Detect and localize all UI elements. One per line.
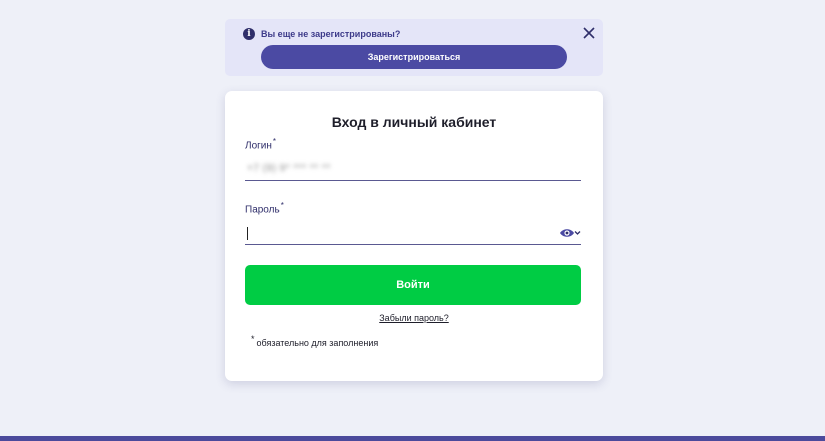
- password-label-text: Пароль: [245, 204, 280, 216]
- eye-icon[interactable]: [559, 226, 581, 240]
- required-mark: *: [272, 137, 277, 146]
- required-mark: *: [251, 334, 255, 344]
- login-card: Вход в личный кабинет Логин* +7 (9) 9* *…: [225, 91, 603, 381]
- login-label-text: Логин: [245, 140, 272, 152]
- text-caret: [247, 227, 248, 240]
- page-title: Вход в личный кабинет: [331, 114, 497, 130]
- register-button[interactable]: Зарегистрироваться: [261, 45, 567, 69]
- footer-bar: [0, 436, 825, 441]
- required-note: обязательно для заполнения: [256, 338, 379, 348]
- login-button[interactable]: Войти: [245, 265, 581, 305]
- password-label: Пароль*: [245, 201, 284, 215]
- info-icon: i: [243, 28, 255, 40]
- login-label: Логин*: [245, 137, 276, 151]
- notice-row: i Вы еще не зарегистрированы?: [243, 25, 400, 43]
- required-footnote: * обязательно для заполнения: [251, 334, 378, 348]
- forgot-password-link[interactable]: Забыли пароль?: [225, 313, 603, 323]
- registration-notice: i Вы еще не зарегистрированы? Зарегистри…: [225, 19, 603, 76]
- close-icon[interactable]: [581, 25, 597, 41]
- login-input[interactable]: +7 (9) 9* *** ** **: [245, 159, 581, 181]
- required-mark: *: [280, 201, 284, 210]
- password-input[interactable]: [245, 223, 581, 245]
- login-value: +7 (9) 9* *** ** **: [247, 163, 331, 174]
- notice-text: Вы еще не зарегистрированы?: [261, 29, 401, 39]
